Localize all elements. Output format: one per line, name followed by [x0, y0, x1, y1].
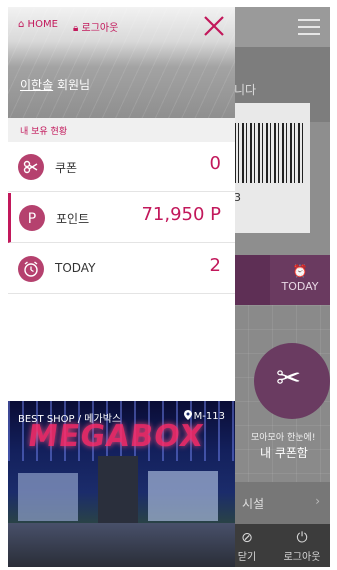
point-p-icon: P — [19, 205, 45, 231]
home-link[interactable]: ⌂ HOME — [18, 19, 58, 30]
best-shop-location: M-113 — [183, 410, 225, 422]
coupon-count: 0 — [209, 153, 221, 174]
background-logout-label: 로그아웃 — [283, 552, 321, 563]
scissors-icon: ✂ — [276, 361, 302, 396]
background-close-button[interactable]: ⊘ 닫기 — [230, 530, 264, 563]
membership-barcode-card: 3 — [228, 103, 310, 233]
close-icon — [204, 16, 224, 36]
shop-floor — [8, 523, 235, 567]
background-tab-today-label: TODAY — [281, 280, 319, 293]
logout-link-label: 로그아웃 — [81, 23, 119, 34]
barcode-icon — [234, 123, 304, 183]
background-banner-text: 니다 — [234, 83, 257, 97]
coupon-box-title: 내 쿠폰함 — [260, 446, 308, 460]
point-label: 포인트 — [56, 212, 90, 226]
holdings-row-point[interactable]: P 포인트 71,950 P — [8, 193, 235, 243]
best-shop-label: BEST SHOP / 메가박스 — [18, 414, 122, 425]
close-button[interactable] — [201, 13, 227, 39]
coupon-box-subtitle: 모아모아 한눈에! — [251, 433, 316, 443]
location-pin-icon — [183, 410, 192, 420]
holdings-row-coupon[interactable]: 쿠폰 0 — [8, 142, 235, 192]
coupon-label: 쿠폰 — [55, 161, 78, 175]
background-close-label: 닫기 — [237, 552, 257, 563]
point-amount: 71,950 P — [141, 204, 221, 225]
best-shop-banner[interactable]: MEGABOX BEST SHOP / 메가박스 M-113 — [8, 401, 235, 567]
coupon-box-button[interactable]: ✂ — [254, 343, 330, 419]
chevron-right-icon: › — [315, 494, 320, 508]
best-shop-location-code: M-113 — [193, 411, 225, 422]
svg-text:P: P — [28, 211, 36, 227]
member-name[interactable]: 이한솔 — [20, 78, 53, 92]
background-tab-today[interactable]: ⏰ TODAY — [270, 255, 330, 305]
app-frame: 니다 3 ⏰ TODAY ✂ 모아모아 한눈에! 내 쿠폰함 시설 › ⊘ 닫기 — [0, 0, 337, 570]
alarm-clock-icon: ⏰ — [292, 264, 308, 278]
hamburger-menu-icon[interactable] — [298, 19, 320, 35]
holdings-section-header: 내 보유 현황 — [8, 118, 235, 142]
home-icon: ⌂ — [18, 19, 25, 30]
compass-icon: ⊘ — [241, 530, 253, 546]
member-greeting: 이한솔 회원님 — [20, 76, 90, 93]
scissors-icon — [18, 154, 44, 180]
alarm-clock-icon — [18, 256, 44, 282]
facility-label: 시설 — [242, 497, 265, 511]
holdings-row-today[interactable]: TODAY 2 — [8, 244, 235, 294]
power-icon: ⏻ — [296, 530, 308, 546]
today-label: TODAY — [55, 261, 96, 275]
home-link-label: HOME — [27, 19, 58, 30]
member-suffix: 회원님 — [53, 78, 91, 92]
shop-window — [18, 473, 78, 521]
logout-link[interactable]: 🔒︎ 로그아웃 — [73, 19, 118, 34]
lock-icon: 🔒︎ — [73, 23, 79, 34]
drawer-header: ⌂ HOME 🔒︎ 로그아웃 이한솔 회원님 — [8, 7, 235, 118]
barcode-number: 3 — [234, 191, 241, 204]
background-logout-button[interactable]: ⏻ 로그아웃 — [274, 530, 330, 563]
shop-window — [148, 471, 218, 521]
holdings-title: 내 보유 현황 — [20, 127, 68, 137]
facility-link[interactable]: 시설 › — [228, 482, 330, 524]
side-drawer: ⌂ HOME 🔒︎ 로그아웃 이한솔 회원님 내 보유 현황 쿠폰 0 P 포인… — [8, 7, 235, 567]
today-count: 2 — [209, 255, 221, 276]
